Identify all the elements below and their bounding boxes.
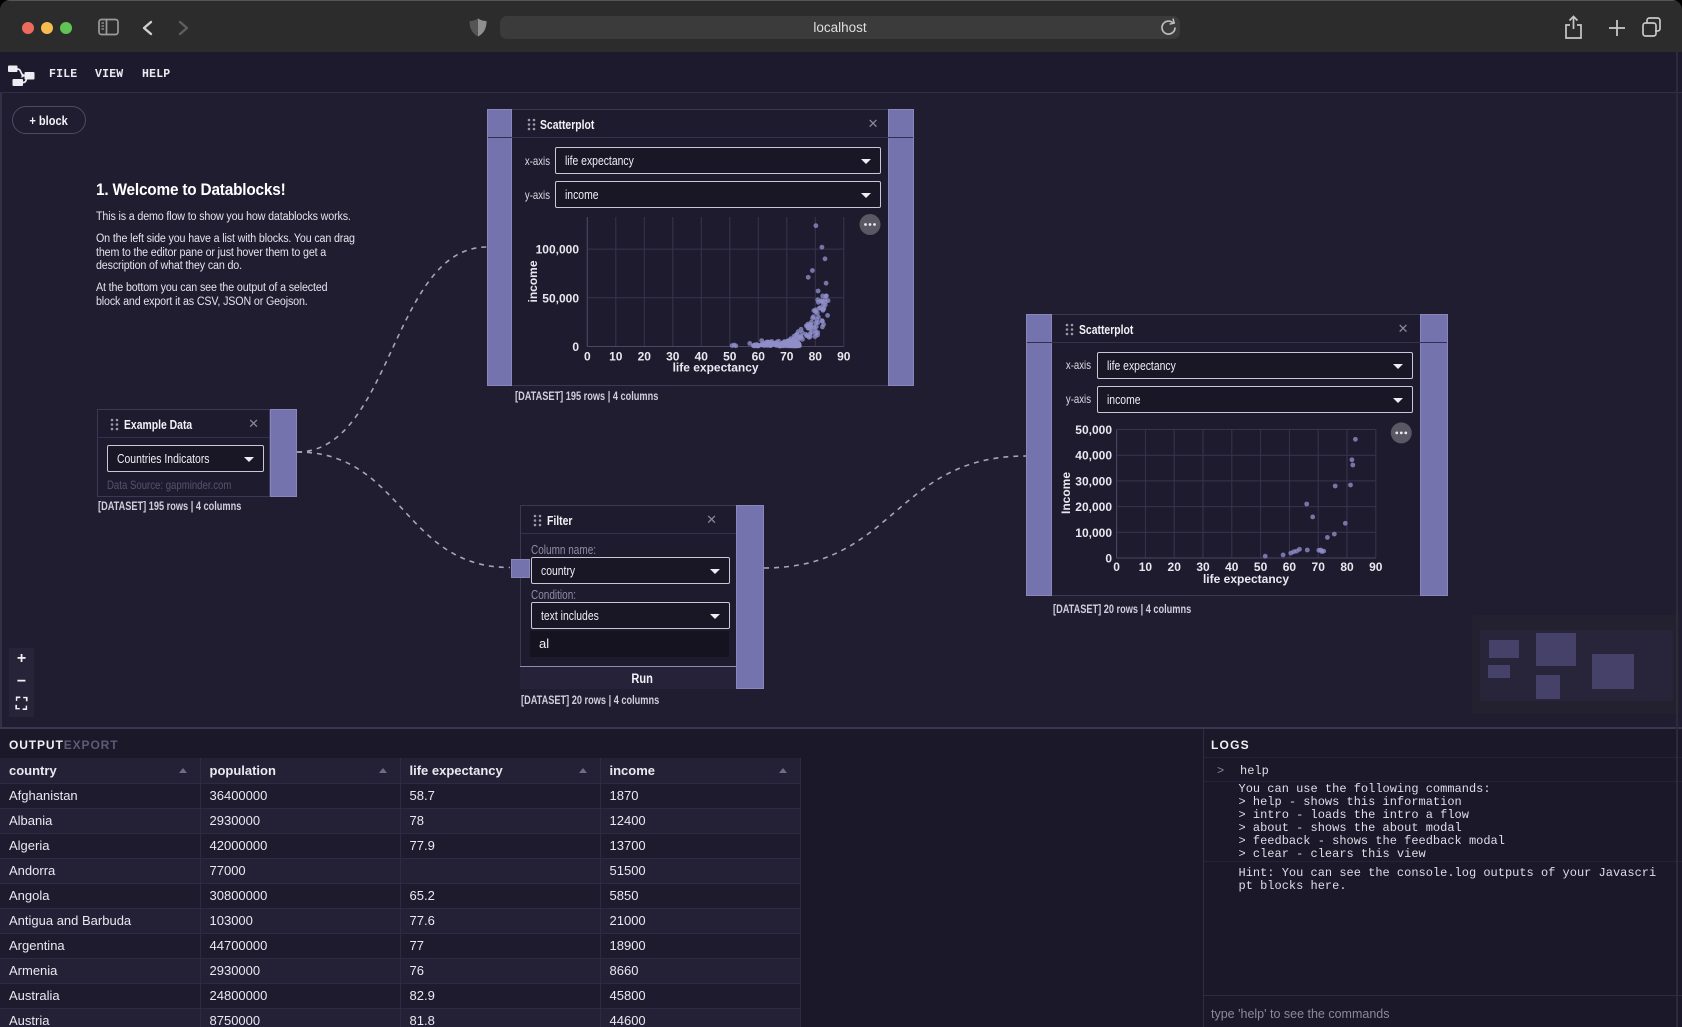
svg-text:0: 0	[1113, 560, 1120, 574]
svg-text:life expectancy: life expectancy	[1203, 572, 1289, 586]
svg-text:80: 80	[809, 349, 823, 363]
svg-text:70: 70	[780, 349, 794, 363]
svg-text:20: 20	[638, 349, 652, 363]
svg-text:20: 20	[1168, 560, 1182, 574]
svg-text:0: 0	[1105, 552, 1112, 566]
svg-text:70: 70	[1312, 560, 1326, 574]
svg-text:10: 10	[609, 349, 623, 363]
svg-text:40,000: 40,000	[1075, 449, 1112, 463]
svg-text:30,000: 30,000	[1075, 474, 1112, 488]
svg-text:100,000: 100,000	[536, 242, 580, 256]
svg-text:10,000: 10,000	[1075, 526, 1112, 540]
svg-text:0: 0	[572, 340, 579, 354]
svg-text:0: 0	[584, 349, 591, 363]
svg-text:10: 10	[1139, 560, 1153, 574]
svg-text:90: 90	[1369, 560, 1383, 574]
svg-text:20,000: 20,000	[1075, 500, 1112, 514]
svg-text:80: 80	[1340, 560, 1354, 574]
svg-text:life expectancy: life expectancy	[673, 360, 759, 374]
svg-text:50,000: 50,000	[1075, 423, 1112, 437]
svg-text:90: 90	[837, 349, 851, 363]
svg-text:income: income	[526, 260, 540, 302]
svg-text:Income: Income	[1059, 472, 1073, 514]
svg-text:50,000: 50,000	[542, 291, 579, 305]
